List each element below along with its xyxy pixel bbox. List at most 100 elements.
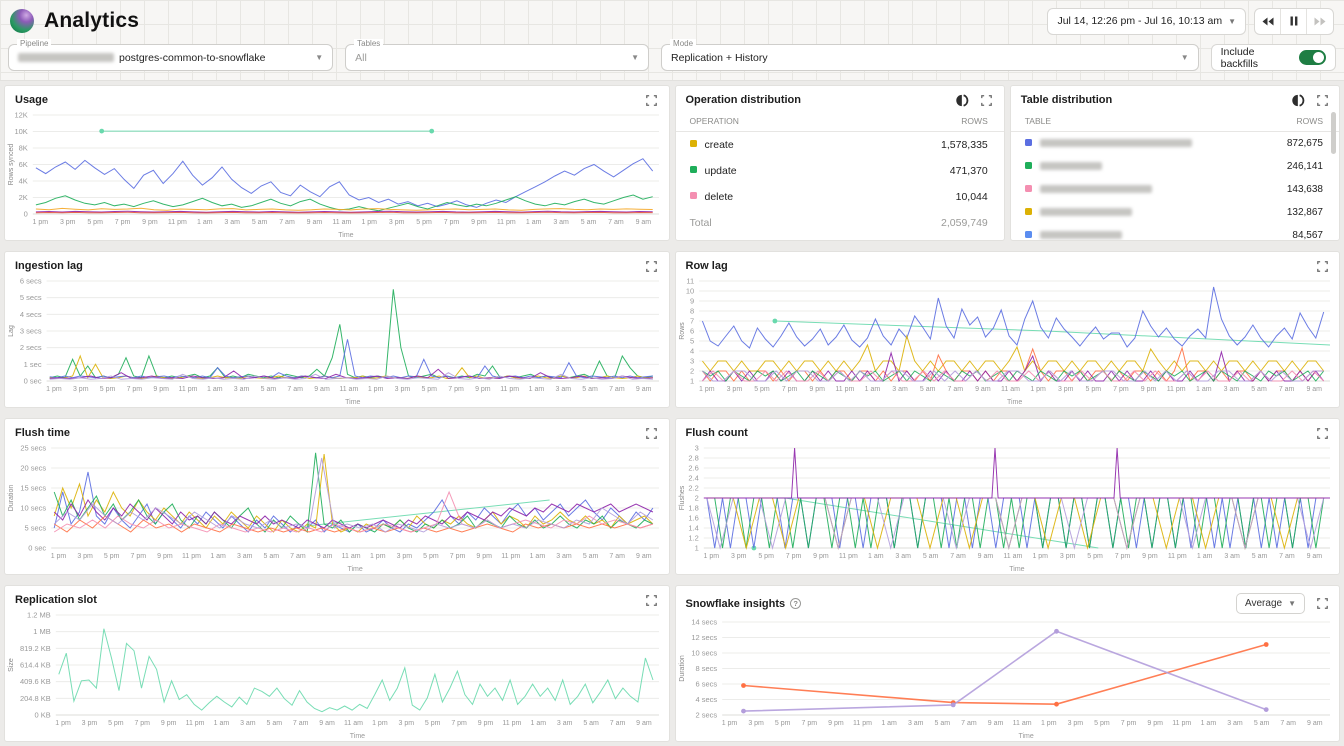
- table-row[interactable]: update 471,370: [676, 158, 1004, 184]
- svg-text:11 am: 11 am: [1012, 720, 1031, 727]
- svg-text:Rows: Rows: [679, 322, 686, 340]
- svg-text:Time: Time: [350, 733, 365, 740]
- tables-label: Tables: [354, 39, 383, 48]
- expand-icon[interactable]: [645, 593, 659, 607]
- pie-chart-icon[interactable]: [956, 93, 970, 107]
- svg-text:5 pm: 5 pm: [425, 720, 441, 727]
- table-row[interactable]: 246,141: [1011, 155, 1339, 178]
- table-row[interactable]: 132,867: [1011, 201, 1339, 224]
- expand-icon[interactable]: [1315, 426, 1329, 440]
- pipeline-label: Pipeline: [17, 39, 51, 48]
- svg-text:5 pm: 5 pm: [87, 219, 103, 226]
- pipeline-select[interactable]: Pipeline postgres-common-to-snowflake ▼: [8, 44, 333, 71]
- scrollbar[interactable]: [1331, 112, 1336, 154]
- svg-text:3 am: 3 am: [907, 720, 923, 727]
- include-backfills-label: Include backfills: [1221, 46, 1292, 70]
- svg-text:4 secs: 4 secs: [20, 310, 42, 319]
- chevron-down-icon: ▼: [315, 53, 323, 62]
- column-header: ROWS: [838, 111, 1004, 132]
- svg-text:3 am: 3 am: [555, 386, 571, 393]
- expand-icon[interactable]: [1315, 597, 1329, 611]
- svg-text:9 am: 9 am: [636, 219, 652, 226]
- svg-text:7 am: 7 am: [610, 720, 626, 727]
- svg-text:3 am: 3 am: [1227, 720, 1243, 727]
- svg-text:7 pm: 7 pm: [450, 553, 466, 560]
- svg-text:1 pm: 1 pm: [1032, 553, 1048, 560]
- table-row[interactable]: delete 10,044: [676, 184, 1004, 210]
- svg-text:9: 9: [690, 297, 694, 306]
- mode-select[interactable]: Mode Replication + History ▼: [661, 44, 1199, 71]
- page-title: Analytics: [44, 9, 139, 33]
- fast-forward-button[interactable]: [1307, 9, 1333, 34]
- svg-text:Time: Time: [338, 232, 353, 239]
- svg-text:1 pm: 1 pm: [1040, 720, 1056, 727]
- include-backfills-toggle[interactable]: [1299, 50, 1326, 65]
- svg-text:9 am: 9 am: [636, 720, 652, 727]
- svg-text:1 am: 1 am: [530, 553, 546, 560]
- svg-text:2 secs: 2 secs: [695, 711, 717, 720]
- svg-text:3 pm: 3 pm: [399, 720, 415, 727]
- rewind-button[interactable]: [1255, 9, 1281, 34]
- svg-text:11 am: 11 am: [344, 720, 363, 727]
- svg-text:7 pm: 7 pm: [444, 219, 460, 226]
- table-row[interactable]: 143,638: [1011, 178, 1339, 201]
- svg-text:9 am: 9 am: [1306, 386, 1322, 393]
- svg-text:7 am: 7 am: [609, 553, 625, 560]
- redacted-table-name: [1040, 139, 1192, 147]
- svg-text:7: 7: [690, 317, 694, 326]
- total-row: Total2,059,749: [676, 210, 1004, 236]
- app-logo: [10, 9, 34, 33]
- svg-text:Rows synced: Rows synced: [8, 144, 15, 186]
- pie-chart-icon[interactable]: [1291, 93, 1305, 107]
- expand-icon[interactable]: [645, 426, 659, 440]
- svg-text:7 pm: 7 pm: [448, 386, 464, 393]
- table-row[interactable]: create 1,578,335: [676, 132, 1004, 159]
- help-icon[interactable]: ?: [790, 598, 801, 609]
- svg-text:1 pm: 1 pm: [698, 386, 714, 393]
- svg-text:12K: 12K: [14, 111, 27, 120]
- svg-text:1 MB: 1 MB: [33, 627, 51, 636]
- column-header: TABLE: [1011, 111, 1255, 132]
- table-row[interactable]: 872,675: [1011, 132, 1339, 156]
- svg-text:7 am: 7 am: [608, 219, 624, 226]
- svg-text:1 am: 1 am: [529, 386, 545, 393]
- expand-icon[interactable]: [980, 93, 994, 107]
- pause-button[interactable]: [1281, 9, 1307, 34]
- ingestion-lag-chart: 0 sec1 sec2 secs3 secs4 secs5 secs6 secs…: [5, 275, 669, 407]
- svg-text:5 secs: 5 secs: [20, 293, 42, 302]
- svg-text:9 am: 9 am: [319, 720, 335, 727]
- series-color-swatch: [1025, 185, 1032, 192]
- date-range-picker[interactable]: Jul 14, 12:26 pm - Jul 16, 10:13 am ▼: [1047, 8, 1246, 35]
- svg-text:1 sec: 1 sec: [24, 360, 42, 369]
- svg-text:5 pm: 5 pm: [774, 720, 790, 727]
- svg-text:1.8: 1.8: [688, 504, 698, 513]
- svg-text:5 am: 5 am: [264, 553, 280, 560]
- svg-text:5 am: 5 am: [252, 219, 268, 226]
- svg-text:0: 0: [24, 210, 28, 219]
- expand-icon[interactable]: [1315, 93, 1329, 107]
- aggregate-select[interactable]: Average ▼: [1236, 593, 1305, 614]
- svg-text:7 pm: 7 pm: [115, 219, 131, 226]
- svg-text:5 am: 5 am: [1251, 386, 1267, 393]
- expand-icon[interactable]: [645, 93, 659, 107]
- svg-text:Duration: Duration: [679, 655, 686, 682]
- svg-text:9 pm: 9 pm: [809, 386, 825, 393]
- svg-text:9 pm: 9 pm: [813, 553, 829, 560]
- svg-text:6K: 6K: [19, 160, 28, 169]
- svg-text:7 am: 7 am: [947, 386, 963, 393]
- row-lag-chart: 12345678910111 pm3 pm5 pm7 pm9 pm11 pm1 …: [676, 275, 1340, 407]
- svg-text:3 pm: 3 pm: [397, 553, 413, 560]
- filter-bar: Pipeline postgres-common-to-snowflake ▼ …: [0, 42, 1344, 80]
- table-row[interactable]: 84,567: [1011, 224, 1339, 241]
- redacted-pipeline-prefix: [18, 53, 114, 62]
- svg-text:Size: Size: [8, 658, 15, 672]
- svg-text:7 am: 7 am: [1280, 720, 1296, 727]
- svg-text:6 secs: 6 secs: [695, 680, 717, 689]
- expand-icon[interactable]: [645, 259, 659, 273]
- svg-text:11 am: 11 am: [1003, 553, 1022, 560]
- svg-text:3 am: 3 am: [240, 720, 256, 727]
- expand-icon[interactable]: [1315, 259, 1329, 273]
- svg-text:2 secs: 2 secs: [20, 343, 42, 352]
- svg-text:5 pm: 5 pm: [1094, 720, 1110, 727]
- tables-select[interactable]: Tables All ▼: [345, 44, 649, 71]
